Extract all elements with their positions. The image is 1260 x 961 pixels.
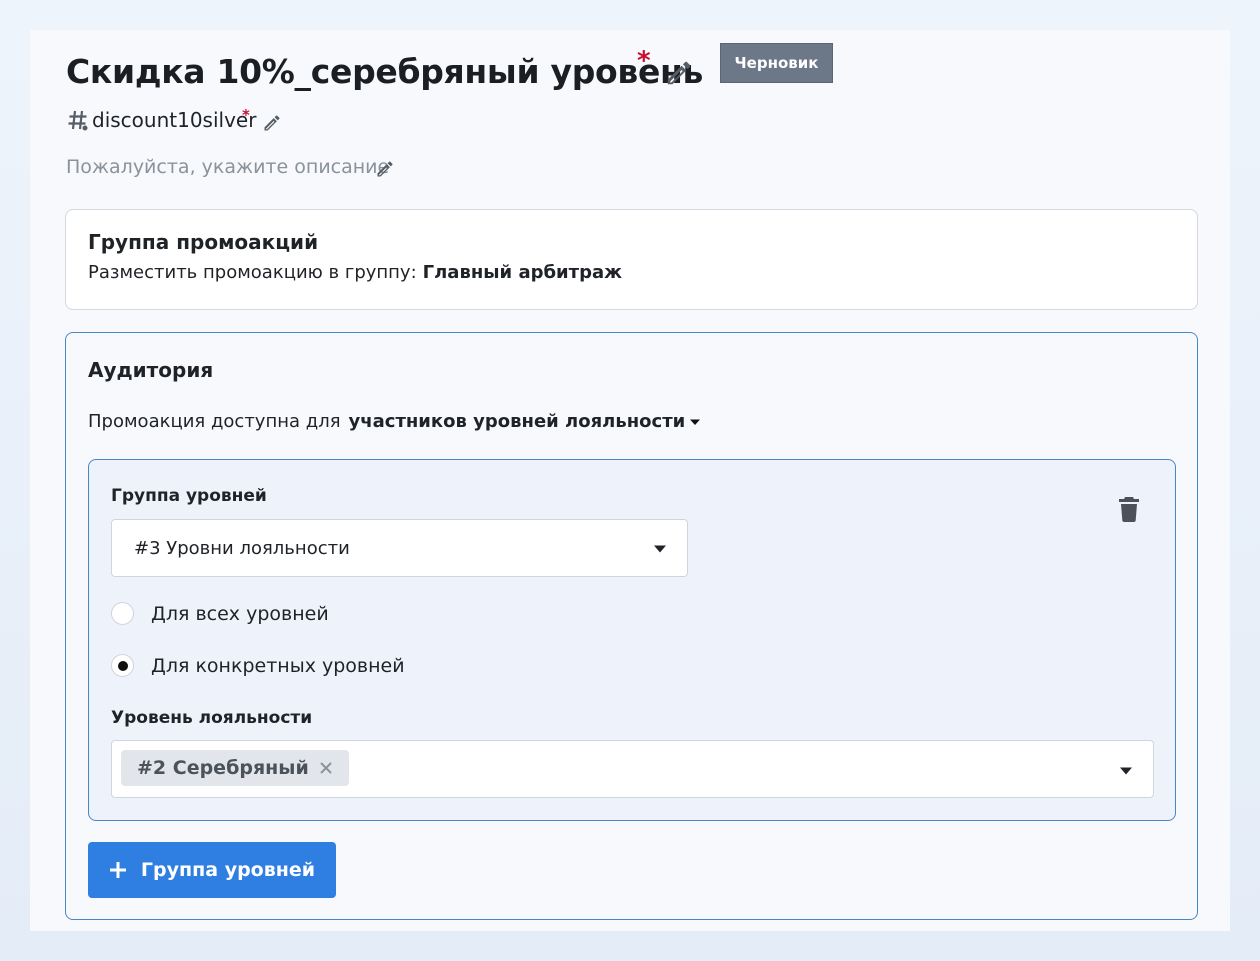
- radio-specific-levels[interactable]: Для конкретных уровней: [111, 654, 405, 677]
- chip-label: #2 Серебряный: [137, 757, 309, 779]
- audience-title: Аудитория: [88, 358, 214, 382]
- promo-group-title: Группа промоакций: [88, 230, 319, 254]
- promo-group-label: Разместить промоакцию в группу:: [88, 262, 417, 283]
- code-required-mark: *: [242, 106, 250, 124]
- audience-card: Аудитория Промоакция доступна для участн…: [65, 332, 1198, 920]
- promo-group-text: Разместить промоакцию в группу: Главный а…: [88, 262, 622, 283]
- close-icon[interactable]: [319, 761, 333, 775]
- edit-code-pencil-icon[interactable]: [262, 113, 282, 133]
- promo-group-value[interactable]: Главный арбитраж: [423, 262, 622, 283]
- description-placeholder[interactable]: Пожалуйста, укажите описание: [66, 156, 389, 178]
- caret-down-icon: [1120, 767, 1132, 775]
- audience-availability: Промоакция доступна для участников уровн…: [88, 411, 701, 432]
- required-mark: *: [637, 46, 651, 76]
- loyalty-level-chip: #2 Серебряный: [121, 750, 349, 786]
- radio-button-selected[interactable]: [111, 654, 134, 677]
- radio-all-levels[interactable]: Для всех уровней: [111, 602, 329, 625]
- page-title: Скидка 10%_серебряный уровень: [66, 52, 704, 91]
- trash-icon[interactable]: [1117, 496, 1141, 522]
- add-level-group-button[interactable]: Группа уровней: [88, 842, 336, 898]
- level-group-select[interactable]: #3 Уровни лояльности: [111, 519, 688, 577]
- promo-code: discount10silver: [92, 108, 257, 132]
- level-group-panel: Группа уровней #3 Уровни лояльности Для …: [88, 459, 1176, 821]
- caret-down-icon: [690, 419, 701, 425]
- loyalty-level-multiselect[interactable]: #2 Серебряный: [111, 740, 1154, 798]
- promo-page: Скидка 10%_серебряный уровень * Черновик…: [30, 30, 1230, 931]
- hash-icon: [68, 110, 88, 131]
- promo-code-row: discount10silver: [66, 108, 256, 132]
- loyalty-level-label: Уровень лояльности: [111, 708, 313, 728]
- radio-specific-levels-label: Для конкретных уровней: [151, 654, 405, 677]
- promo-group-card: Группа промоакций Разместить промоакцию …: [65, 209, 1198, 310]
- radio-all-levels-label: Для всех уровней: [151, 602, 329, 625]
- level-group-label: Группа уровней: [111, 486, 267, 506]
- audience-type-dropdown[interactable]: участников уровней лояльности: [349, 411, 702, 432]
- audience-available-label: Промоакция доступна для: [88, 411, 341, 432]
- edit-description-pencil-icon[interactable]: [375, 159, 395, 179]
- audience-type-value: участников уровней лояльности: [348, 411, 686, 432]
- plus-icon: [109, 862, 126, 878]
- add-level-group-label: Группа уровней: [140, 859, 316, 881]
- edit-title-pencil-icon[interactable]: [664, 58, 694, 88]
- status-badge: Черновик: [720, 43, 833, 83]
- caret-down-icon: [654, 545, 666, 553]
- radio-button[interactable]: [111, 602, 134, 625]
- level-group-value: #3 Уровни лояльности: [134, 537, 350, 559]
